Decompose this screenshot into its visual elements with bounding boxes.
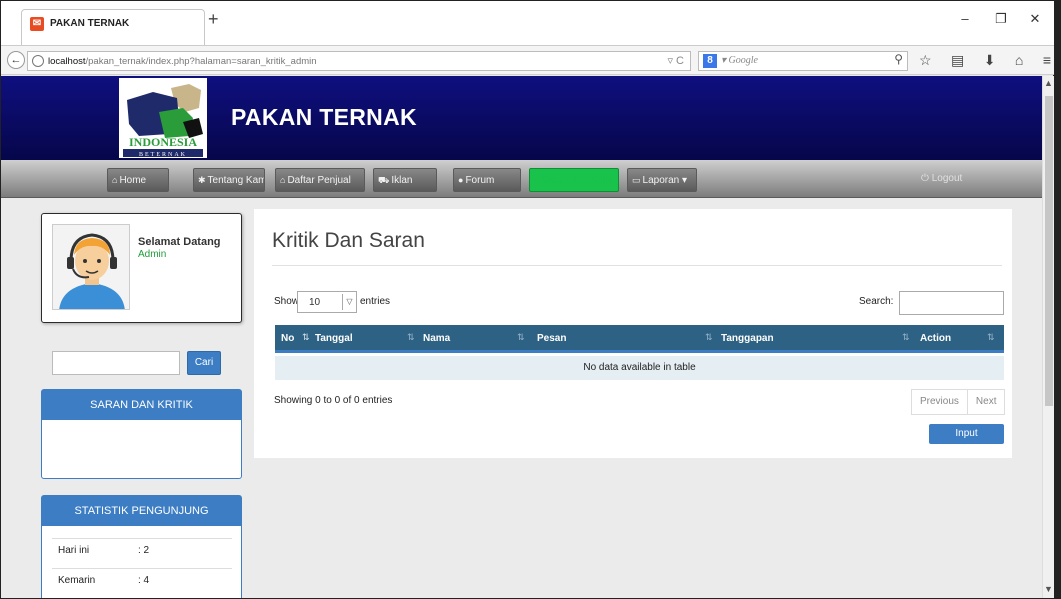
menu-item-iklan[interactable]: ⛟ Iklan [373, 168, 437, 192]
avatar [52, 224, 130, 310]
statistik-panel: STATISTIK PENGUNJUNG Hari ini : 2 Kemari… [41, 495, 242, 598]
input-button[interactable]: Input [929, 424, 1004, 444]
browser-toolbar-icons: ☆ ▤ ⬇ ⌂ ≡ [919, 52, 1051, 69]
maximize-button[interactable]: ❐ [989, 11, 1013, 27]
reload-icon[interactable]: ▿ C [667, 54, 684, 67]
back-button[interactable]: ← [7, 51, 25, 69]
welcome-username: Admin [138, 249, 167, 260]
logo-subtext: BETERNAK [139, 152, 187, 158]
bookmark-star-icon[interactable]: ☆ [919, 52, 932, 69]
table-search-label: Search: [859, 296, 894, 307]
reading-list-icon[interactable]: ▤ [951, 52, 964, 69]
card-icon: ▭ [632, 175, 641, 185]
table-header: No ⇅ Tanggal ⇅ Nama ⇅ Pesan ⇅ Tanggapan … [275, 325, 1004, 353]
main-content: Kritik Dan Saran Show 10 ▽ entries Searc… [254, 209, 1012, 458]
new-tab-button[interactable]: + [208, 9, 219, 30]
home-icon: ⌂ [280, 175, 286, 185]
web-page: INDONESIA BETERNAK PAKAN TERNAK ⌂ Home ✱ T… [1, 76, 1042, 598]
logo-text: INDONESIA [129, 135, 197, 149]
book-icon: ■ [534, 175, 540, 185]
stat-label: Kemarin [58, 575, 96, 586]
vertical-scrollbar[interactable]: ▲ ▼ [1042, 76, 1054, 598]
sort-icon[interactable]: ⇅ [987, 332, 995, 343]
show-label: Show [274, 296, 300, 307]
browser-tab[interactable]: ✉ PAKAN TERNAK [21, 9, 205, 45]
table-empty-row: No data available in table [275, 356, 1004, 380]
tab-bar: ✉ PAKAN TERNAK + – ❐ ✕ [1, 1, 1054, 45]
stat-label: Hari ini [58, 545, 90, 556]
panel-title: STATISTIK PENGUNJUNG [42, 496, 241, 526]
entries-value: 10 [309, 297, 321, 308]
search-icon[interactable]: ⚲ [894, 52, 903, 66]
download-icon[interactable]: ⬇ [984, 52, 996, 69]
home-icon[interactable]: ⌂ [1015, 52, 1023, 69]
site-favicon-icon: ✉ [30, 17, 44, 31]
next-button[interactable]: Next [966, 390, 1005, 414]
column-header-tanggal[interactable]: Tanggal [315, 333, 353, 344]
stat-value: : 2 [138, 545, 150, 556]
welcome-card: Selamat Datang Admin [41, 213, 242, 323]
welcome-title: Selamat Datang [138, 236, 221, 248]
search-engine-box[interactable]: 8 ▾ Google ⚲ [698, 51, 908, 71]
panel-title: SARAN DAN KRITIK [42, 390, 241, 420]
search-engine-placeholder: ▾ Google [721, 55, 758, 66]
menu-item-daftar-penjual[interactable]: ⌂ Daftar Penjual [275, 168, 365, 192]
pagination: Previous Next [911, 389, 1006, 415]
sort-icon[interactable]: ⇅ [902, 332, 910, 343]
site-title: PAKAN TERNAK [231, 104, 417, 130]
previous-button[interactable]: Previous [912, 390, 967, 414]
menu-item-tentang-kami[interactable]: ✱ Tentang Kami [193, 168, 265, 192]
menu-icon[interactable]: ≡ [1043, 52, 1051, 69]
page-title: Kritik Dan Saran [272, 229, 425, 252]
column-header-tanggapan[interactable]: Tanggapan [721, 333, 774, 344]
menu-item-saran-kritik[interactable]: ■ Saran dan Kritik [529, 168, 619, 192]
globe-icon [32, 55, 44, 67]
logout-icon: ⏻ [921, 173, 929, 184]
tab-title: PAKAN TERNAK [50, 18, 130, 29]
column-header-nama[interactable]: Nama [423, 333, 450, 344]
column-header-action[interactable]: Action [920, 333, 951, 344]
logout-link[interactable]: ⏻ Logout [921, 173, 962, 184]
scroll-thumb[interactable] [1045, 96, 1053, 406]
sort-icon[interactable]: ⇅ [517, 332, 525, 343]
menu-item-forum[interactable]: ● Forum [453, 168, 521, 192]
comment-icon: ● [458, 175, 464, 185]
url-text: localhost/pakan_ternak/index.php?halaman… [48, 56, 317, 67]
google-icon: 8 [703, 54, 717, 68]
entries-select[interactable]: 10 ▽ [297, 291, 357, 313]
site-logo[interactable]: INDONESIA BETERNAK [119, 78, 207, 158]
stat-value: : 4 [138, 575, 150, 586]
sort-icon[interactable]: ⇅ [302, 332, 310, 343]
divider [272, 265, 1002, 266]
sidebar-search-input[interactable] [52, 351, 180, 375]
stat-row: Kemarin : 4 [52, 568, 232, 592]
column-header-pesan[interactable]: Pesan [537, 333, 566, 344]
table-info: Showing 0 to 0 of 0 entries [274, 395, 393, 406]
caret-down-icon: ▾ [682, 175, 688, 186]
main-menu: ⌂ Home ✱ Tentang Kami ⌂ Daftar Penjual ⛟ Ikl… [1, 160, 1042, 198]
scroll-down-icon[interactable]: ▼ [1044, 584, 1053, 594]
close-window-button[interactable]: ✕ [1023, 11, 1047, 27]
cari-button[interactable]: Cari [187, 351, 221, 375]
asterisk-icon: ✱ [198, 175, 206, 185]
address-bar[interactable]: localhost/pakan_ternak/index.php?halaman… [27, 51, 691, 71]
chevron-down-icon: ▽ [342, 294, 356, 310]
scroll-up-icon[interactable]: ▲ [1044, 78, 1053, 88]
table-search-input[interactable] [899, 291, 1004, 315]
sort-icon[interactable]: ⇅ [407, 332, 415, 343]
cart-icon: ⛟ [378, 175, 390, 185]
menu-item-home[interactable]: ⌂ Home [107, 168, 169, 192]
minimize-button[interactable]: – [953, 11, 977, 26]
sort-icon[interactable]: ⇅ [705, 332, 713, 343]
stat-row: Hari ini : 2 [52, 538, 232, 562]
site-banner: INDONESIA BETERNAK PAKAN TERNAK [1, 76, 1042, 160]
menu-item-laporan[interactable]: ▭ Laporan ▾ [627, 168, 697, 192]
column-header-no[interactable]: No [281, 333, 294, 344]
saran-kritik-panel: SARAN DAN KRITIK [41, 389, 242, 479]
navigation-bar: ← localhost/pakan_ternak/index.php?halam… [1, 45, 1054, 75]
browser-window: ✉ PAKAN TERNAK + – ❐ ✕ ← localhost/pakan… [0, 0, 1061, 599]
home-icon: ⌂ [112, 175, 118, 185]
entries-label: entries [360, 296, 391, 307]
